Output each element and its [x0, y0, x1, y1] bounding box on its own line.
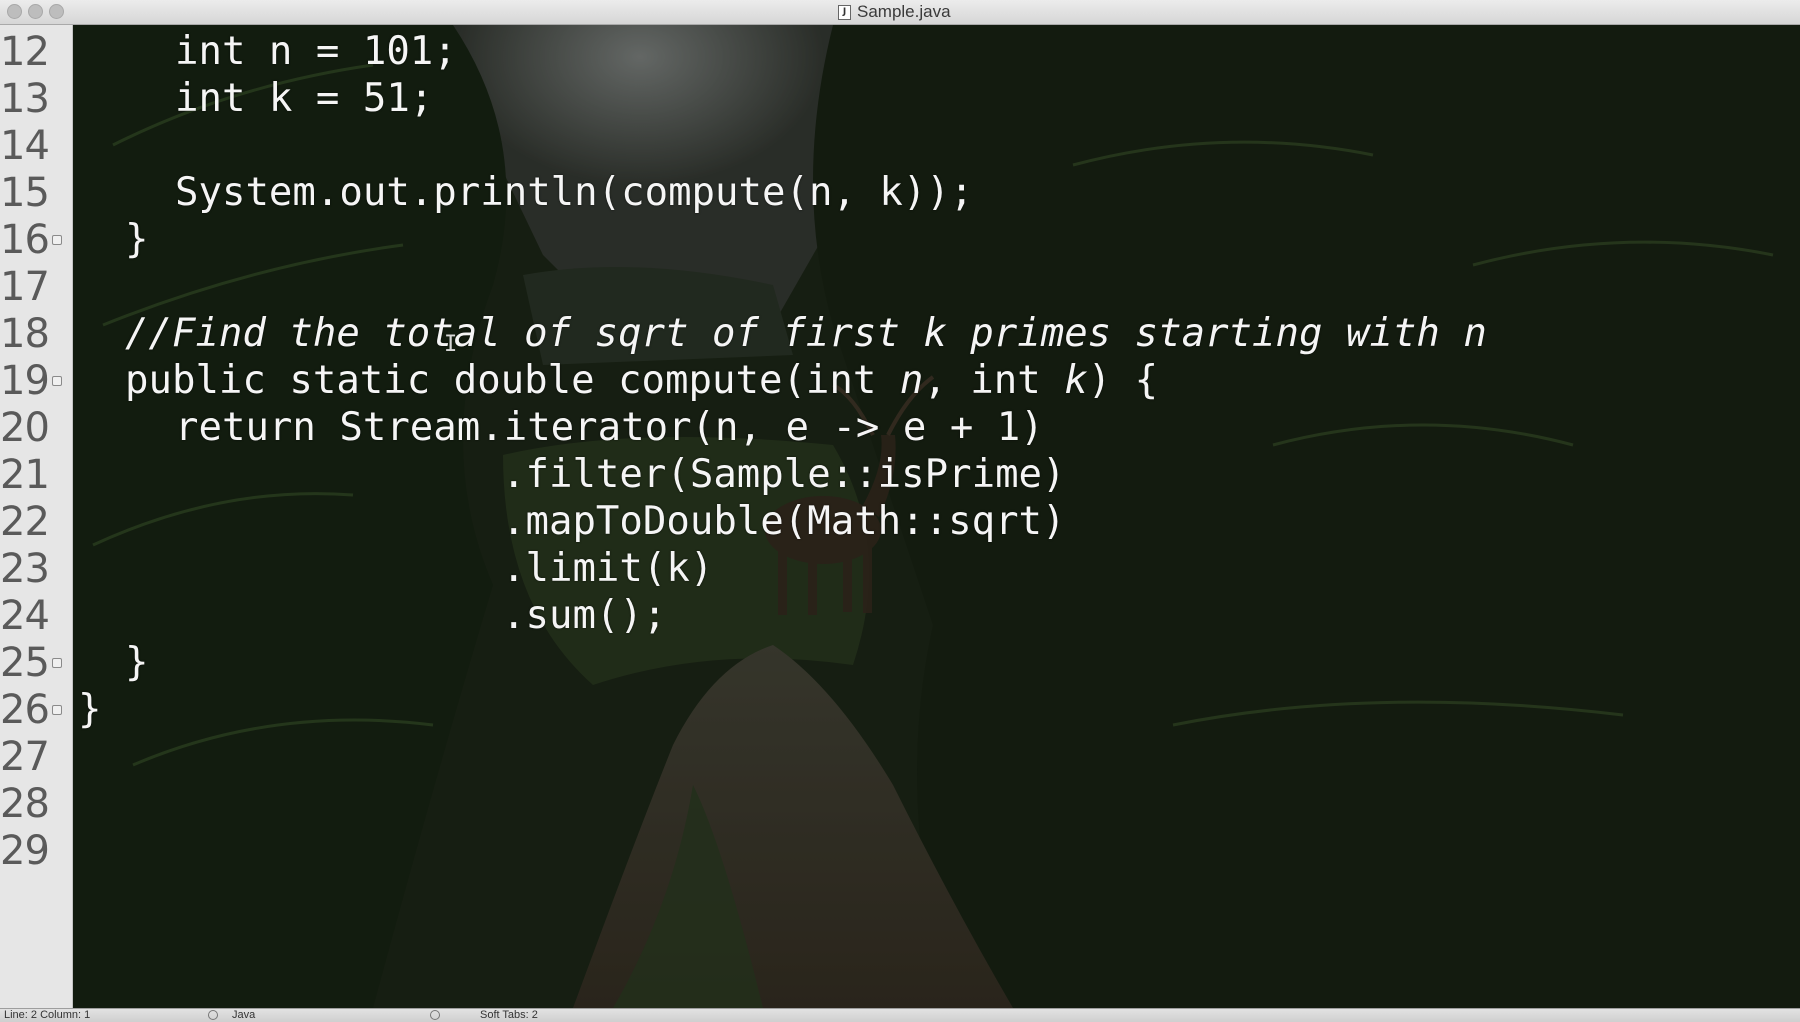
fold-toggle-icon[interactable] — [52, 705, 62, 715]
line-number: 26 — [0, 683, 72, 737]
line-number: 17 — [0, 264, 50, 310]
code-line-13: int k = 51; — [175, 76, 434, 121]
line-number: 23 — [0, 546, 50, 592]
java-file-icon: J — [838, 4, 851, 20]
param-n: n — [899, 358, 924, 403]
window-titlebar: J Sample.java — [0, 0, 1800, 25]
line-number: 20 — [0, 405, 50, 451]
fold-toggle-icon[interactable] — [52, 658, 62, 668]
line-number: 16 — [0, 213, 72, 267]
line-number: 12 — [0, 29, 50, 75]
code-line-24: .sum(); — [502, 593, 667, 638]
fold-toggle-icon[interactable] — [52, 235, 62, 245]
code-line-15: System.out.println(compute(n, k)); — [175, 170, 974, 215]
minimize-window-button[interactable] — [28, 4, 43, 19]
tab-size-selector[interactable]: Soft Tabs: 2 — [480, 1009, 640, 1022]
line-number: 25 — [0, 636, 72, 690]
code-fragment: ) { — [1087, 358, 1159, 403]
line-number: 28 — [0, 781, 50, 827]
code-line-26: } — [78, 687, 102, 732]
fold-toggle-icon[interactable] — [52, 376, 62, 386]
line-number-gutter[interactable]: 12 13 14 15 16 17 18 19 20 21 22 23 24 2… — [0, 25, 73, 1008]
line-number: 18 — [0, 311, 50, 357]
line-number: 13 — [0, 76, 50, 122]
line-number: 19 — [0, 354, 72, 408]
line-number: 24 — [0, 593, 50, 639]
line-number: 27 — [0, 734, 50, 780]
line-number: 14 — [0, 123, 50, 169]
code-line-18-comment: //Find the total of sqrt of first k prim… — [125, 311, 1487, 356]
gear-icon[interactable] — [430, 1010, 440, 1020]
line-number: 15 — [0, 170, 50, 216]
line-column-indicator: Line: 2 Column: 1 — [4, 1009, 91, 1021]
code-line-12: int n = 101; — [175, 29, 457, 74]
code-line-21: .filter(Sample::isPrime) — [502, 452, 1066, 497]
line-number: 22 — [0, 499, 50, 545]
line-number: 21 — [0, 452, 50, 498]
code-line-16: } — [125, 217, 149, 262]
close-window-button[interactable] — [7, 4, 22, 19]
code-line-20: return Stream.iterator(n, e -> e + 1) — [175, 405, 1044, 450]
code-line-19: public static double compute(int n, int … — [125, 354, 1158, 408]
code-editor[interactable]: int n = 101; int k = 51; System.out.prin… — [73, 25, 1800, 1008]
status-bar: Line: 2 Column: 1 Java Soft Tabs: 2 — [0, 1008, 1800, 1022]
gear-icon[interactable] — [208, 1010, 218, 1020]
zoom-window-button[interactable] — [49, 4, 64, 19]
language-selector[interactable]: Java — [232, 1009, 392, 1022]
text-cursor-icon: I — [444, 332, 458, 357]
window-title-group: J Sample.java — [838, 1, 951, 23]
window-title: Sample.java — [857, 2, 951, 21]
param-k: k — [1064, 358, 1088, 403]
code-fragment: , int — [923, 358, 1065, 403]
code-line-25: } — [125, 640, 149, 685]
code-line-22: .mapToDouble(Math::sqrt) — [502, 499, 1066, 544]
code-fragment: public static double compute(int — [125, 358, 900, 403]
code-line-23: .limit(k) — [502, 546, 714, 591]
line-number: 29 — [0, 828, 50, 874]
